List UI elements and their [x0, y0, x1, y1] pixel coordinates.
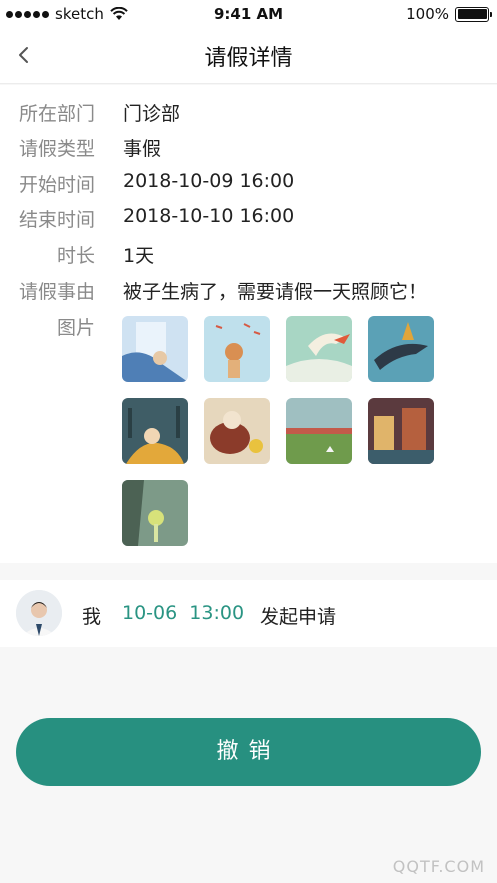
- attachment-image-6[interactable]: [204, 398, 270, 464]
- status-right: 100%: [406, 5, 492, 23]
- duration-value: 1天: [123, 245, 155, 267]
- start-time-label: 开始时间: [18, 174, 95, 196]
- avatar: [16, 590, 62, 636]
- detail-row-department: 所在部门 门诊部: [0, 99, 497, 133]
- battery-percent: 100%: [406, 5, 449, 23]
- detail-row-end: 结束时间 2018-10-10 16:00: [0, 205, 497, 239]
- attachment-image-5[interactable]: [122, 398, 188, 464]
- attachment-image-9[interactable]: [122, 480, 188, 546]
- reason-value: 被子生病了，需要请假一天照顾它！: [123, 281, 428, 303]
- start-time-value: 2018-10-09 16:00: [123, 170, 295, 192]
- detail-row-duration: 时长 1天: [0, 241, 497, 275]
- battery-icon: [455, 6, 492, 22]
- approval-record: 我 10-06 13:00 发起申请: [0, 580, 497, 647]
- page-title: 请假详情: [204, 46, 293, 71]
- images-label: 图片: [56, 317, 95, 339]
- record-action: 发起申请: [260, 606, 337, 628]
- detail-row-start: 开始时间 2018-10-09 16:00: [0, 170, 497, 204]
- attachment-image-8[interactable]: [368, 398, 434, 464]
- detail-row-reason: 请假事由 被子生病了，需要请假一天照顾它！: [0, 277, 497, 311]
- attachment-image-1[interactable]: [122, 316, 188, 382]
- attachment-image-4[interactable]: [368, 316, 434, 382]
- department-value: 门诊部: [123, 103, 181, 125]
- nav-bar: 请假详情: [0, 28, 497, 84]
- end-time-label: 结束时间: [18, 209, 95, 231]
- leave-type-value: 事假: [123, 138, 162, 160]
- record-time: 10-06 13:00: [122, 602, 245, 624]
- record-user-name: 我: [82, 606, 102, 628]
- leave-type-label: 请假类型: [18, 138, 95, 160]
- attachment-image-7[interactable]: [286, 398, 352, 464]
- duration-label: 时长: [56, 245, 95, 267]
- watermark: QQTF.COM: [392, 857, 485, 876]
- attachment-image-2[interactable]: [204, 316, 270, 382]
- revoke-button[interactable]: 撤销: [16, 718, 481, 786]
- department-label: 所在部门: [18, 103, 95, 125]
- end-time-value: 2018-10-10 16:00: [123, 205, 295, 227]
- leave-detail-panel: 所在部门 门诊部 请假类型 事假 开始时间 2018-10-09 16:00 结…: [0, 85, 497, 563]
- detail-row-type: 请假类型 事假: [0, 134, 497, 168]
- status-bar: sketch 9:41 AM 100%: [0, 0, 497, 28]
- attachment-image-3[interactable]: [286, 316, 352, 382]
- reason-label: 请假事由: [18, 281, 95, 303]
